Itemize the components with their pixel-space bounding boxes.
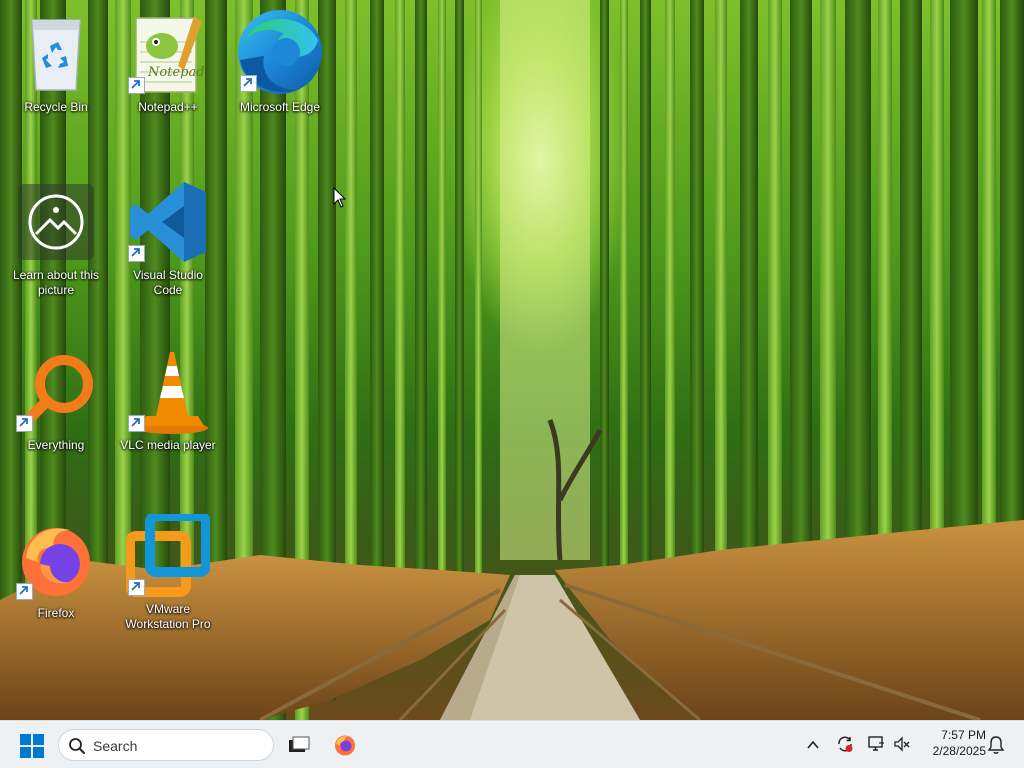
mouse-cursor-icon	[333, 186, 347, 214]
desktop-icon-vlc[interactable]: VLC media player	[118, 350, 218, 453]
network-monitor-icon	[868, 736, 884, 751]
desktop-icon-label: Recycle Bin	[24, 100, 88, 114]
shortcut-arrow-icon	[240, 75, 257, 92]
desktop-icon-label: Notepad++	[138, 100, 198, 114]
shortcut-arrow-icon	[128, 579, 145, 596]
vlc-icon	[126, 350, 210, 434]
vscode-icon	[126, 180, 210, 264]
desktop-icon-vscode[interactable]: Visual Studio Code	[118, 180, 218, 298]
tray-network-button[interactable]	[867, 735, 885, 758]
desktop-icon-label: VLC media player	[120, 438, 216, 452]
show-hidden-icons-button[interactable]	[806, 738, 820, 756]
desktop-icon-label: Everything	[27, 438, 85, 452]
firefox-icon	[14, 518, 98, 602]
vmware-icon	[126, 514, 210, 598]
chevron-up-icon	[807, 740, 819, 749]
taskbar: Search 7:57 PM 2/28/2025	[0, 720, 1024, 768]
desktop-icon-firefox[interactable]: Firefox	[6, 518, 106, 621]
search-icon	[69, 738, 85, 754]
notepadpp-icon: Notepad	[126, 12, 210, 96]
shortcut-arrow-icon	[128, 77, 145, 94]
taskbar-search-box[interactable]: Search	[58, 729, 274, 761]
task-view-button[interactable]	[287, 734, 311, 761]
tray-volume-button[interactable]	[893, 735, 911, 758]
notifications-button[interactable]	[987, 735, 1005, 760]
desktop-icon-learn-about-picture[interactable]: Learn about this picture	[6, 180, 106, 298]
desktop-icon-label: Microsoft Edge	[239, 100, 321, 114]
start-button[interactable]	[20, 734, 44, 763]
clock-date: 2/28/2025	[932, 744, 986, 758]
recycle-bin-icon	[14, 12, 98, 96]
shortcut-arrow-icon	[16, 415, 33, 432]
desktop-icon-notepadpp[interactable]: Notepad Notepad++	[118, 12, 218, 115]
shortcut-arrow-icon	[128, 245, 145, 262]
desktop-icon-label: Visual Studio Code	[133, 268, 203, 297]
search-label: Search	[93, 738, 138, 754]
windows-logo-icon	[20, 734, 44, 758]
learn-picture-icon	[14, 180, 98, 264]
tray-update-button[interactable]	[836, 735, 854, 758]
desktop-icon-recycle-bin[interactable]: Recycle Bin	[6, 12, 106, 115]
desktop-icon-label: VMware Workstation Pro	[125, 602, 211, 631]
svg-text:Notepad: Notepad	[147, 65, 205, 80]
shortcut-arrow-icon	[128, 415, 145, 432]
volume-muted-icon	[894, 736, 910, 752]
taskbar-firefox-button[interactable]	[333, 733, 357, 762]
everything-search-icon	[14, 350, 98, 434]
desktop-icon-label: Learn about this picture	[12, 268, 100, 297]
taskbar-clock[interactable]: 7:57 PM 2/28/2025	[933, 727, 986, 759]
desktop-icon-label: Firefox	[37, 606, 75, 620]
edge-icon	[238, 4, 322, 96]
desktop-icon-everything[interactable]: Everything	[6, 350, 106, 453]
clock-time: 7:57 PM	[941, 728, 986, 742]
shortcut-arrow-icon	[16, 583, 33, 600]
sync-update-icon	[838, 736, 853, 752]
desktop-icon-vmware[interactable]: VMware Workstation Pro	[118, 514, 218, 632]
task-view-icon	[289, 736, 310, 752]
desktop-icon-edge[interactable]: Microsoft Edge	[230, 4, 330, 115]
firefox-icon	[335, 735, 355, 756]
bell-icon	[987, 736, 1005, 754]
